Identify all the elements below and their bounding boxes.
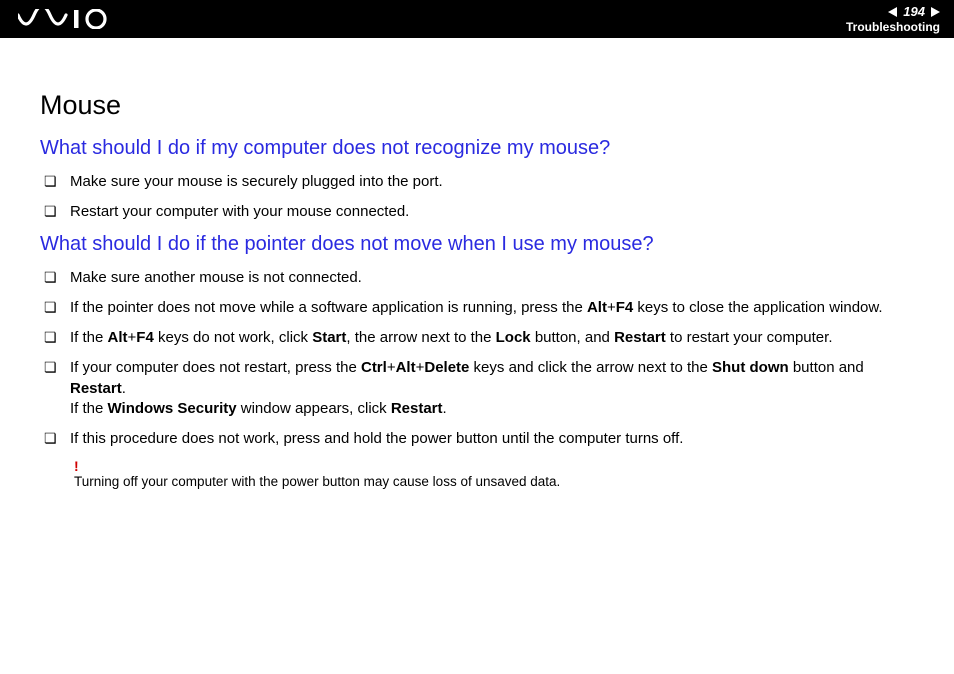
sub-heading-2: What should I do if the pointer does not…: [40, 233, 914, 256]
page-content: Mouse What should I do if my computer do…: [0, 38, 954, 511]
warning-mark-icon: !: [74, 459, 914, 473]
list-item: If this procedure does not work, press a…: [40, 429, 914, 449]
warning-text: Turning off your computer with the power…: [74, 473, 914, 491]
list-item: Make sure your mouse is securely plugged…: [40, 172, 914, 192]
list-item: If the Alt+F4 keys do not work, click St…: [40, 328, 914, 348]
list-item: Restart your computer with your mouse co…: [40, 202, 914, 222]
section-name: Troubleshooting: [846, 20, 940, 34]
header-right: 194 Troubleshooting: [846, 4, 940, 34]
bullet-list-2: Make sure another mouse is not connected…: [40, 268, 914, 450]
main-heading: Mouse: [40, 90, 914, 121]
sub-heading-1: What should I do if my computer does not…: [40, 137, 914, 160]
list-item: Make sure another mouse is not connected…: [40, 268, 914, 288]
bullet-list-1: Make sure your mouse is securely plugged…: [40, 172, 914, 223]
vaio-logo: [18, 9, 114, 29]
page-number: 194: [903, 4, 925, 19]
page-nav: 194: [888, 4, 940, 19]
list-item: If your computer does not restart, press…: [40, 358, 914, 419]
next-page-arrow-icon[interactable]: [931, 7, 940, 17]
prev-page-arrow-icon[interactable]: [888, 7, 897, 17]
list-item: If the pointer does not move while a sof…: [40, 298, 914, 318]
header-bar: 194 Troubleshooting: [0, 0, 954, 38]
